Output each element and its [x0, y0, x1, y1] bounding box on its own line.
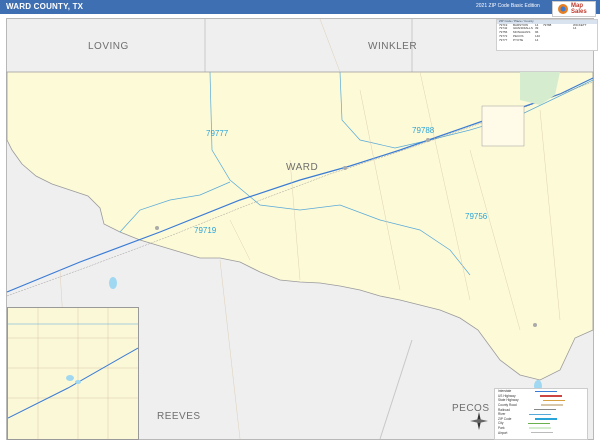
- inset-lake: [66, 375, 74, 381]
- zip-code-table: ZIP Code / Place / County 79719 BARSTOW 14…: [496, 19, 598, 51]
- county-label-loving: LOVING: [88, 41, 129, 52]
- inset-highway: [8, 347, 138, 419]
- inset-lake: [75, 380, 81, 384]
- legend-row: Airport: [495, 430, 587, 435]
- wickett-town: [426, 138, 430, 142]
- county-label-winkler: WINKLER: [368, 41, 418, 52]
- lake: [109, 277, 117, 289]
- map-legend: Interstate US Highway State Highway Coun…: [494, 388, 588, 440]
- zip-label-79756[interactable]: 79756: [465, 212, 487, 221]
- zip-label-79788[interactable]: 79788: [412, 126, 434, 135]
- barstow-town: [343, 166, 347, 170]
- compass-rose-icon: [470, 412, 488, 430]
- county-label-reeves: REEVES: [157, 411, 201, 422]
- monahans-town-area: [481, 105, 525, 147]
- pyote-town: [155, 226, 159, 230]
- zip-label-79719[interactable]: 79719: [194, 226, 216, 235]
- zip-label-79777[interactable]: 79777: [206, 129, 228, 138]
- inset-map[interactable]: [7, 307, 139, 440]
- grandfalls-town: [533, 323, 537, 327]
- map-page: WARD COUNTY, TX 2021 ZIP Code Basic Edit…: [0, 0, 600, 442]
- county-label-ward: WARD: [286, 162, 319, 173]
- table-row: 79777 PYOTE 14: [499, 37, 539, 42]
- inset-map-graphic: [8, 308, 138, 439]
